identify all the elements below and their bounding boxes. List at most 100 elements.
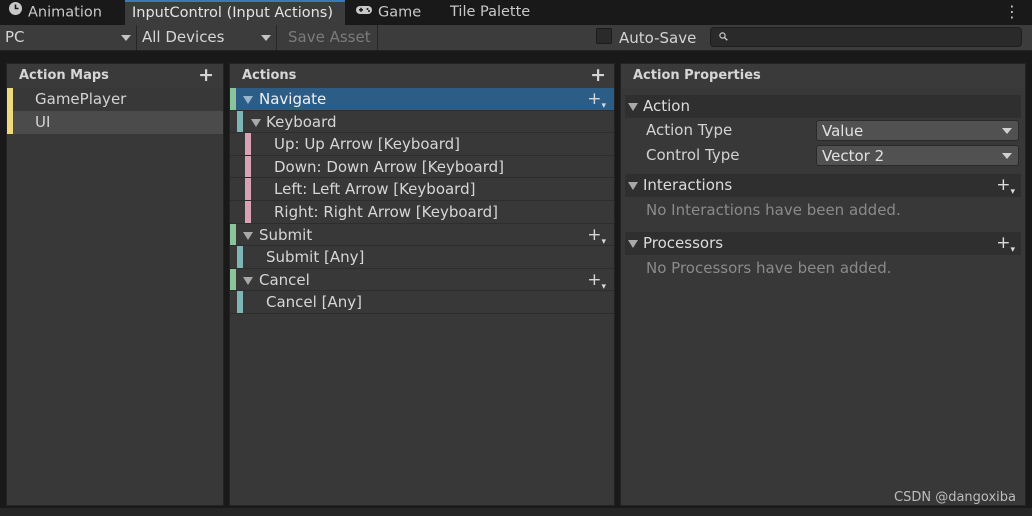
action-color-bar: [230, 223, 236, 246]
section-processors-header[interactable]: Processors +▾: [625, 232, 1021, 255]
action-properties-title: Action Properties: [633, 68, 761, 83]
action-maps-panel: Action Maps + GamePlayer UI: [6, 63, 224, 506]
tab-animation[interactable]: Animation: [8, 0, 102, 25]
binding-part-row[interactable]: Left: Left Arrow [Keyboard]: [230, 178, 614, 201]
section-action-header[interactable]: Action: [625, 95, 1021, 118]
control-type-value: Vector 2: [822, 147, 885, 165]
action-map-color-bar: [7, 111, 13, 134]
binding-part-label: Right: Right Arrow [Keyboard]: [274, 202, 499, 221]
processors-empty-note: No Processors have been added.: [646, 259, 892, 277]
binding-label: Submit [Any]: [266, 248, 365, 267]
expand-triangle-icon[interactable]: [251, 118, 261, 127]
expand-triangle-icon[interactable]: [243, 96, 253, 104]
control-type-dropdown[interactable]: Vector 2: [816, 145, 1019, 166]
composite-label: Keyboard: [266, 112, 337, 131]
composite-row-keyboard[interactable]: Keyboard: [230, 110, 614, 134]
tab-tile-palette-label: Tile Palette: [450, 4, 531, 20]
action-properties-header: Action Properties: [621, 64, 1025, 88]
tab-tile-palette[interactable]: Tile Palette: [450, 0, 530, 25]
action-type-dropdown[interactable]: Value: [816, 120, 1019, 141]
action-type-value: Value: [822, 122, 864, 140]
gamepad-icon: [355, 0, 373, 25]
action-map-label: GamePlayer: [35, 90, 127, 108]
binding-row-submit-any[interactable]: Submit [Any]: [230, 246, 614, 269]
action-row-submit[interactable]: Submit +▾: [230, 223, 614, 249]
action-row-cancel[interactable]: Cancel +▾: [230, 268, 614, 294]
action-properties-panel: Action Properties Action Action Type Val…: [620, 63, 1026, 506]
action-map-label: UI: [35, 113, 51, 131]
part-color-bar: [245, 200, 251, 223]
action-map-color-bar: [7, 88, 13, 111]
actions-header: Actions +: [230, 64, 614, 88]
tab-animation-label: Animation: [28, 4, 102, 21]
more-options-icon[interactable]: ⋮: [1004, 2, 1020, 22]
expand-triangle-icon[interactable]: [243, 276, 253, 285]
action-label: Cancel: [259, 270, 310, 289]
actions-panel: Actions + Navigate +▾ Keyboard Up: Up Ar…: [229, 63, 615, 506]
expand-triangle-icon: [628, 103, 638, 111]
control-scheme-value: PC: [5, 28, 25, 46]
action-maps-title: Action Maps: [19, 68, 109, 83]
window-tab-bar: Animation InputControl (Input Actions) G…: [0, 0, 1032, 25]
control-type-row: Control Type Vector 2: [621, 143, 1025, 168]
binding-part-row[interactable]: Right: Right Arrow [Keyboard]: [230, 200, 614, 224]
section-processors-label: Processors: [643, 234, 724, 252]
actions-title: Actions: [242, 68, 297, 83]
expand-triangle-icon[interactable]: [243, 231, 253, 240]
search-icon: [719, 31, 728, 44]
part-color-bar: [245, 155, 251, 178]
watermark: CSDN @dangoxiba: [894, 490, 1016, 505]
interactions-empty-note: No Interactions have been added.: [646, 201, 901, 219]
binding-row-cancel-any[interactable]: Cancel [Any]: [230, 291, 614, 314]
binding-color-bar: [237, 246, 243, 268]
toolbar: PC All Devices Save Asset Auto-Save: [0, 25, 1032, 51]
search-input[interactable]: [710, 27, 1022, 47]
action-map-item-gameplayer[interactable]: GamePlayer: [7, 88, 223, 111]
expand-triangle-icon: [628, 182, 638, 190]
binding-part-row[interactable]: Down: Down Arrow [Keyboard]: [230, 155, 614, 179]
binding-color-bar: [237, 110, 243, 133]
action-label: Submit: [259, 225, 313, 244]
add-processor-icon[interactable]: +▾: [996, 232, 1015, 258]
action-maps-header: Action Maps +: [7, 64, 223, 88]
tab-game-label: Game: [378, 4, 422, 21]
chevron-down-icon: [1002, 153, 1012, 159]
chevron-down-icon: [1002, 128, 1012, 134]
control-scheme-dropdown[interactable]: PC: [0, 25, 137, 50]
binding-part-label: Left: Left Arrow [Keyboard]: [274, 180, 476, 199]
tab-input-actions-label: InputControl (Input Actions): [132, 5, 334, 21]
section-interactions-header[interactable]: Interactions +▾: [625, 174, 1021, 197]
auto-save-checkbox[interactable]: [596, 28, 612, 44]
auto-save-label: Auto-Save: [619, 29, 697, 47]
add-action-button[interactable]: +: [590, 64, 606, 86]
add-interaction-icon[interactable]: +▾: [996, 174, 1015, 200]
part-color-bar: [245, 133, 251, 155]
binding-part-label: Up: Up Arrow [Keyboard]: [274, 135, 461, 154]
action-color-bar: [230, 268, 236, 291]
save-asset-button[interactable]: Save Asset: [280, 25, 378, 50]
bottom-edge: [0, 508, 1032, 516]
chevron-down-icon: [121, 35, 131, 41]
add-action-map-button[interactable]: +: [198, 64, 214, 86]
tab-input-actions[interactable]: InputControl (Input Actions): [125, 0, 345, 25]
devices-dropdown[interactable]: All Devices: [137, 25, 277, 50]
section-action-label: Action: [643, 97, 690, 115]
action-label: Navigate: [259, 90, 327, 108]
add-binding-icon[interactable]: +▾: [587, 88, 606, 113]
binding-label: Cancel [Any]: [266, 293, 362, 312]
add-binding-icon[interactable]: +▾: [587, 224, 606, 249]
section-interactions-label: Interactions: [643, 176, 733, 194]
devices-value: All Devices: [142, 28, 225, 46]
add-binding-icon[interactable]: +▾: [587, 269, 606, 294]
action-map-item-ui[interactable]: UI: [7, 111, 223, 134]
clock-icon: [8, 0, 23, 25]
binding-part-label: Down: Down Arrow [Keyboard]: [274, 157, 505, 176]
tab-game[interactable]: Game: [355, 0, 421, 25]
action-color-bar: [230, 88, 236, 110]
binding-part-row[interactable]: Up: Up Arrow [Keyboard]: [230, 133, 614, 156]
control-type-label: Control Type: [646, 146, 740, 164]
action-type-row: Action Type Value: [621, 118, 1025, 143]
expand-triangle-icon: [628, 240, 638, 248]
chevron-down-icon: [261, 35, 271, 41]
action-row-navigate[interactable]: Navigate +▾: [230, 88, 614, 111]
